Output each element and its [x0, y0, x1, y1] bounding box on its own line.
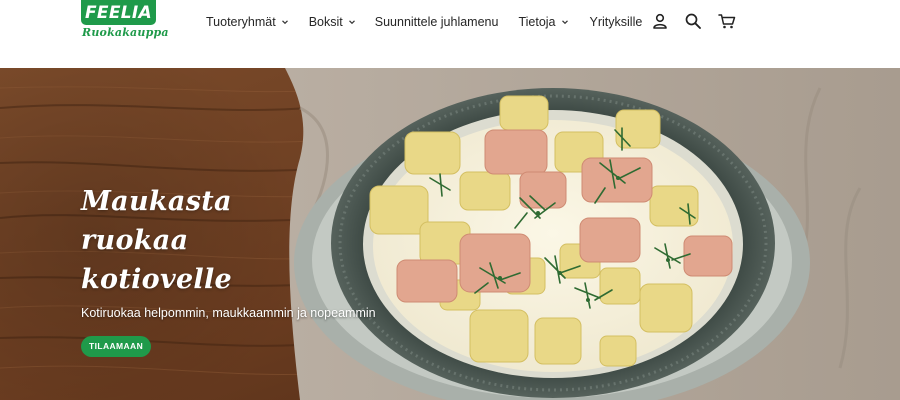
search-button[interactable]: [684, 12, 702, 30]
site-header: FEELIA Ruokakauppa Tuoteryhmät Boksit Su…: [0, 0, 900, 68]
nav-item-label: Tuoteryhmät: [206, 15, 276, 29]
nav-item-tietoja[interactable]: Tietoja: [518, 15, 568, 29]
account-button[interactable]: [651, 12, 669, 30]
hero-banner: Maukasta ruokaa kotiovelle Kotiruokaa he…: [0, 68, 900, 400]
hero-title-line: kotiovelle: [81, 264, 233, 295]
hero-subtitle: Kotiruokaa helpommin, maukkaammin ja nop…: [81, 306, 376, 320]
brand-logo[interactable]: FEELIA Ruokakauppa: [81, 0, 168, 44]
hero-title-line: ruokaa: [81, 225, 189, 256]
cart-button[interactable]: [718, 12, 736, 30]
nav-item-boksit[interactable]: Boksit: [309, 15, 356, 29]
nav-item-label: Boksit: [308, 15, 343, 29]
chevron-down-icon: [281, 20, 288, 25]
order-button[interactable]: TILAAMAAN: [81, 336, 152, 357]
logo-tagline: Ruokakauppa: [82, 26, 169, 39]
nav-item-label: Yrityksille: [589, 15, 643, 29]
search-icon: [685, 13, 701, 29]
user-icon: [653, 13, 667, 29]
main-nav: Tuoteryhmät Boksit Suunnittele juhlamenu…: [206, 13, 642, 31]
hero-title: Maukasta ruokaa kotiovelle: [81, 182, 341, 299]
nav-item-suunnittele-juhlamenu[interactable]: Suunnittele juhlamenu: [375, 15, 499, 29]
chevron-down-icon: [561, 20, 568, 25]
nav-item-label: Suunnittele juhlamenu: [374, 15, 499, 29]
logo-wordmark: FEELIA: [81, 0, 156, 25]
cart-icon: [718, 14, 736, 29]
nav-item-label: Tietoja: [518, 15, 556, 29]
nav-item-tuoteryhmat[interactable]: Tuoteryhmät: [206, 15, 289, 29]
nav-item-yrityksille[interactable]: Yrityksille: [590, 15, 643, 29]
chevron-down-icon: [348, 20, 355, 25]
hero-title-line: Maukasta: [81, 186, 232, 217]
